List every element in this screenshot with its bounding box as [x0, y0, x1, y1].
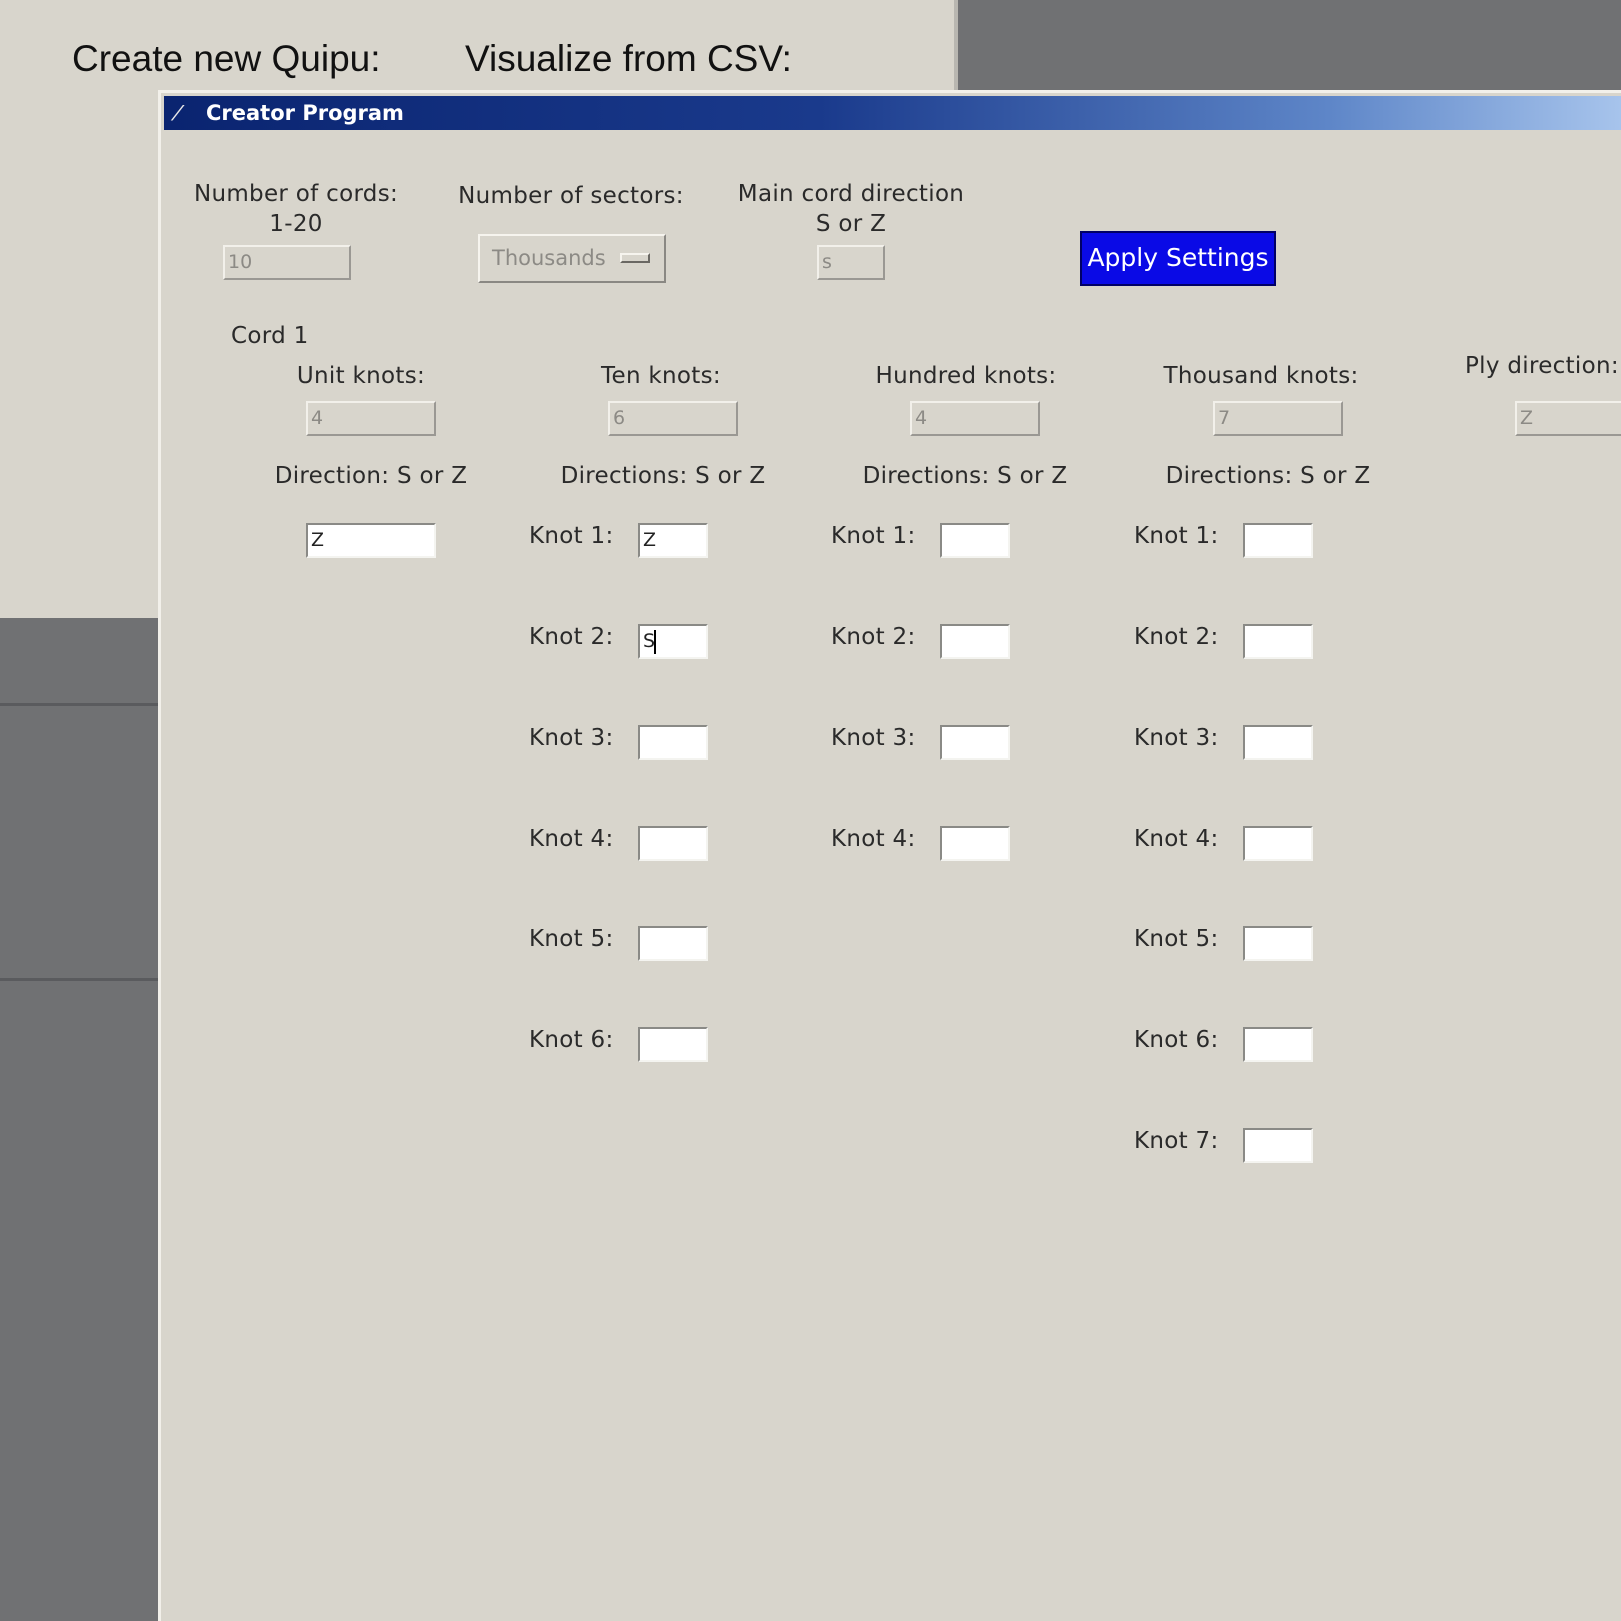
hundred-knot-1-label: Knot 1:: [831, 523, 916, 549]
create-quipu-heading: Create new Quipu:: [72, 38, 381, 79]
main-cord-direction-input[interactable]: s: [817, 245, 885, 280]
dialog-titlebar[interactable]: ⁄ Creator Program: [164, 96, 1621, 130]
creator-program-dialog: ⁄ Creator Program Number of cords: 1-20 …: [158, 90, 1621, 1621]
hundred-knot-4-label: Knot 4:: [831, 826, 916, 852]
main-cord-direction-hint: S or Z: [815, 211, 887, 237]
thousand-knot-6-input[interactable]: [1243, 1027, 1313, 1062]
ten-knot-3-label: Knot 3:: [529, 725, 614, 751]
background-divider: [0, 703, 158, 706]
dropdown-indicator-icon: [620, 253, 650, 263]
ten-knots-input[interactable]: 6: [608, 401, 738, 436]
ten-knot-5-input[interactable]: [638, 926, 708, 961]
ply-direction-input[interactable]: Z: [1515, 401, 1621, 436]
ten-knot-3-input[interactable]: [638, 725, 708, 760]
ten-knot-1-input[interactable]: Z: [638, 523, 708, 558]
ten-knot-1-label: Knot 1:: [529, 523, 614, 549]
ten-knot-4-label: Knot 4:: [529, 826, 614, 852]
hundred-knot-2-label: Knot 2:: [831, 624, 916, 650]
unit-direction-label: Direction: S or Z: [274, 463, 468, 489]
thousand-knot-1-label: Knot 1:: [1134, 523, 1219, 549]
thousand-knots-label: Thousand knots:: [1163, 363, 1359, 389]
sectors-dropdown[interactable]: Thousands: [478, 234, 666, 283]
unit-knots-input[interactable]: 4: [306, 401, 436, 436]
hundred-knot-2-input[interactable]: [940, 624, 1010, 659]
thousand-knot-7-label: Knot 7:: [1134, 1128, 1219, 1154]
thousand-knot-1-input[interactable]: [1243, 523, 1313, 558]
thousand-knot-5-label: Knot 5:: [1134, 926, 1219, 952]
background-divider: [0, 978, 158, 981]
ply-direction-label: Ply direction:: [1465, 353, 1619, 379]
dialog-title: Creator Program: [206, 101, 404, 125]
thousand-knot-2-label: Knot 2:: [1134, 624, 1219, 650]
ten-knot-6-label: Knot 6:: [529, 1027, 614, 1053]
apply-settings-button[interactable]: Apply Settings: [1080, 231, 1276, 286]
sectors-selected-value: Thousands: [492, 246, 606, 270]
thousand-knot-3-label: Knot 3:: [1134, 725, 1219, 751]
ten-knot-6-input[interactable]: [638, 1027, 708, 1062]
ten-directions-label: Directions: S or Z: [560, 463, 766, 489]
thousand-knots-input[interactable]: 7: [1213, 401, 1343, 436]
thousand-knot-6-label: Knot 6:: [1134, 1027, 1219, 1053]
ten-knot-2-label: Knot 2:: [529, 624, 614, 650]
ten-knots-label: Ten knots:: [601, 363, 721, 389]
feather-icon: ⁄: [176, 101, 180, 125]
cords-range-label: 1-20: [269, 211, 323, 237]
hundred-knots-label: Hundred knots:: [875, 363, 1057, 389]
text-cursor: [654, 629, 657, 654]
ten-knot-2-input[interactable]: S: [638, 624, 708, 659]
hundred-knot-3-input[interactable]: [940, 725, 1010, 760]
cords-count-label: Number of cords:: [193, 181, 399, 207]
sectors-label: Number of sectors:: [458, 183, 684, 209]
main-cord-direction-label: Main cord direction: [737, 181, 965, 207]
visualize-csv-heading: Visualize from CSV:: [465, 38, 792, 79]
cord-title: Cord 1: [231, 323, 309, 349]
hundred-knots-input[interactable]: 4: [910, 401, 1040, 436]
ten-knot-4-input[interactable]: [638, 826, 708, 861]
thousand-knot-2-input[interactable]: [1243, 624, 1313, 659]
thousand-knot-7-input[interactable]: [1243, 1128, 1313, 1163]
unit-direction-input[interactable]: Z: [306, 523, 436, 558]
thousand-directions-label: Directions: S or Z: [1165, 463, 1371, 489]
cords-count-input[interactable]: 10: [223, 245, 351, 280]
unit-knots-label: Unit knots:: [296, 363, 426, 389]
thousand-knot-5-input[interactable]: [1243, 926, 1313, 961]
thousand-knot-3-input[interactable]: [1243, 725, 1313, 760]
ten-knot-5-label: Knot 5:: [529, 926, 614, 952]
hundred-knot-4-input[interactable]: [940, 826, 1010, 861]
hundred-directions-label: Directions: S or Z: [862, 463, 1068, 489]
thousand-knot-4-input[interactable]: [1243, 826, 1313, 861]
hundred-knot-3-label: Knot 3:: [831, 725, 916, 751]
hundred-knot-1-input[interactable]: [940, 523, 1010, 558]
thousand-knot-4-label: Knot 4:: [1134, 826, 1219, 852]
